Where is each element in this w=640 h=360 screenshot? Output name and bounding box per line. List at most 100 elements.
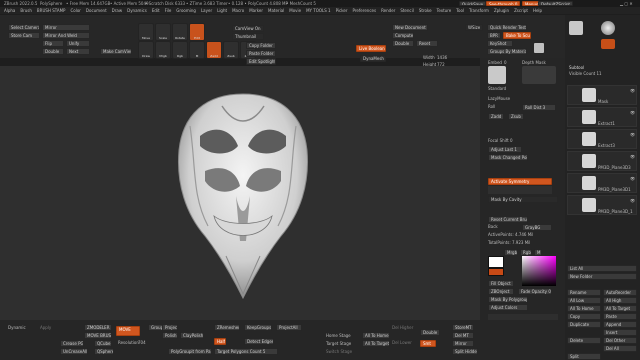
all-to-target-button[interactable]: All To Target <box>362 340 390 347</box>
zremesher-button[interactable]: ZRemesher <box>214 324 240 331</box>
bpr-button[interactable]: BPR <box>487 32 501 39</box>
keepgroups-button[interactable]: KeepGroups <box>244 324 272 331</box>
double-button[interactable]: Double <box>42 48 64 55</box>
render-preview-icon[interactable] <box>534 43 544 53</box>
menu-item-macro[interactable]: Macro <box>232 8 244 15</box>
m-button[interactable]: M <box>534 249 542 256</box>
zbobject-button[interactable]: ZBOnject <box>488 288 514 295</box>
mirror-button[interactable]: Mirror <box>452 340 474 347</box>
split-button[interactable]: Split <box>567 353 601 360</box>
del-all-button[interactable]: Del All <box>603 345 637 352</box>
camview-on-button[interactable]: CamView On <box>232 25 264 32</box>
rgb-button[interactable]: Rgb <box>520 249 532 256</box>
menu-item-file[interactable]: File <box>165 8 172 15</box>
zsub-button[interactable]: Zsub <box>508 113 524 120</box>
store-cam-button[interactable]: Store Cam <box>8 32 40 39</box>
menu-item-layer[interactable]: Layer <box>201 8 212 15</box>
tool-zadd[interactable]: Zadd <box>206 41 222 59</box>
adjust-last-slider[interactable]: Adjust Last 1 <box>488 146 522 153</box>
crease-pg-button[interactable]: Crease PG <box>60 340 84 347</box>
target-stage-label[interactable]: Target Stage <box>326 341 351 346</box>
store-mt-button[interactable]: StoreMT <box>452 324 474 331</box>
menu-item-transform[interactable]: Transform <box>469 8 489 15</box>
menu-item-help[interactable]: Help <box>533 8 542 15</box>
simple-brush-icon[interactable] <box>601 39 615 49</box>
mrgb-button[interactable]: Mrgb <box>504 249 518 256</box>
menu-item-stroke[interactable]: Stroke <box>419 8 432 15</box>
new-folder-button[interactable]: New Folder <box>567 273 637 280</box>
reset-brush-button[interactable]: Reset Current Brush <box>488 216 528 223</box>
menu-item-preferences[interactable]: Preferences <box>353 8 377 15</box>
subtool-item[interactable]: PM3D_Plane3D3 👁 <box>567 151 637 171</box>
del-mt-button[interactable]: Del MT <box>452 332 474 339</box>
visibility-eye-icon[interactable]: 👁 <box>630 154 635 159</box>
menu-item-light[interactable]: Light <box>217 8 227 15</box>
menu-item-dynamics[interactable]: Dynamics <box>127 8 147 15</box>
menu-item-grooming[interactable]: Grooming <box>176 8 196 15</box>
delete-button[interactable]: Delete <box>567 337 601 344</box>
keyshot-button[interactable]: KeyShot <box>487 40 513 47</box>
all-high-button[interactable]: All High <box>603 297 637 304</box>
menu-item-brush-stamp[interactable]: BRUSH STAMP <box>37 8 66 15</box>
smt-button[interactable]: Smt <box>420 340 436 347</box>
roll-dist-slider[interactable]: Roll Dist 3 <box>522 104 556 111</box>
activate-symmetry-button[interactable]: Activate Symmetry <box>488 178 552 185</box>
standard-brush-thumb[interactable] <box>488 66 506 84</box>
groups-by-materials-button[interactable]: Groups By Materials <box>487 48 527 55</box>
menu-item-edit[interactable]: Edit <box>152 8 160 15</box>
copy-folder-button[interactable]: Copy Folder <box>246 42 276 49</box>
tool-move[interactable]: Move <box>138 23 154 41</box>
menu-item-tool[interactable]: Tool <box>456 8 464 15</box>
copy-button[interactable]: Copy <box>567 313 601 320</box>
resolution-value[interactable]: 704 <box>138 340 146 345</box>
append-button[interactable]: Append <box>603 321 637 328</box>
edit-spotlight-button[interactable]: Edit Spotlight <box>246 58 276 65</box>
thumbnail-button[interactable]: Thumbnail <box>232 33 264 40</box>
paste-folder-button[interactable]: Paste Folder <box>246 50 276 57</box>
menu-item-zplugin[interactable]: Zplugin <box>494 8 509 15</box>
menu-item-draw[interactable]: Draw <box>112 8 122 15</box>
mirror-button[interactable]: Mirror <box>42 24 90 31</box>
unify-button[interactable]: Unify <box>66 40 90 47</box>
fill-object-button[interactable]: Fill Object <box>488 280 514 287</box>
menu-item-movie[interactable]: Movie <box>289 8 301 15</box>
bake-sculpt-button[interactable]: Bake To Sculpt <box>503 32 531 39</box>
make-camview-button[interactable]: Make CamView <box>100 48 132 55</box>
grayblend-button[interactable]: GrayBG <box>522 224 552 231</box>
menu-item-marker[interactable]: Marker <box>249 8 263 15</box>
menu-item-stencil[interactable]: Stencil <box>400 8 414 15</box>
menu-item-picker[interactable]: Picker <box>336 8 348 15</box>
move-button[interactable]: MOVE <box>116 326 140 336</box>
switch-stage-label[interactable]: Switch Stage <box>326 349 352 354</box>
compute-button[interactable]: Compute <box>392 32 414 39</box>
subtool-item[interactable]: PM3D_Plane3D_1 👁 <box>567 195 637 215</box>
reset-doc-button[interactable]: Reset <box>416 40 438 47</box>
viewport[interactable] <box>0 66 480 320</box>
insert-button[interactable]: Insert <box>603 329 637 336</box>
mask-changed-button[interactable]: Mask Changed Points <box>488 154 528 161</box>
subtool-item[interactable]: Mask 👁 <box>567 85 637 105</box>
sphere-icon[interactable] <box>601 21 615 35</box>
menu-item-brush[interactable]: Brush <box>20 8 32 15</box>
qsphere-button[interactable]: QSphere <box>94 348 114 355</box>
dynamesh-button[interactable]: DynaMesh <box>360 55 386 62</box>
embed-value[interactable]: 0 <box>504 60 507 65</box>
zmodeler-button[interactable]: ZMODELER <box>84 324 112 331</box>
fade-opacity-slider[interactable]: Fade Opacity 0 <box>518 288 552 295</box>
menu-item-color[interactable]: Color <box>70 8 80 15</box>
del-other-button[interactable]: Del Other <box>603 337 637 344</box>
secondary-color-swatch[interactable] <box>488 268 504 276</box>
menu-item-zscript[interactable]: Zscript <box>514 8 528 15</box>
subtool-item[interactable]: PM3D_Plane3D1 👁 <box>567 173 637 193</box>
visibility-eye-icon[interactable]: 👁 <box>630 132 635 137</box>
tool-draw[interactable]: Draw <box>138 41 154 59</box>
del-higher-label[interactable]: Del Higher <box>392 325 413 330</box>
uncrease-all-button[interactable]: UnCreaseAll <box>60 348 88 355</box>
visibility-eye-icon[interactable]: 👁 <box>630 198 635 203</box>
adjust-colors-button[interactable]: Adjust Colors <box>488 304 528 311</box>
symmetry-icons[interactable] <box>488 186 552 194</box>
visibility-eye-icon[interactable]: 👁 <box>630 88 635 93</box>
cursor-icon[interactable] <box>569 21 583 35</box>
split-hidden-button[interactable]: Split Hidden <box>452 348 478 355</box>
main-color-swatch[interactable] <box>488 256 504 268</box>
